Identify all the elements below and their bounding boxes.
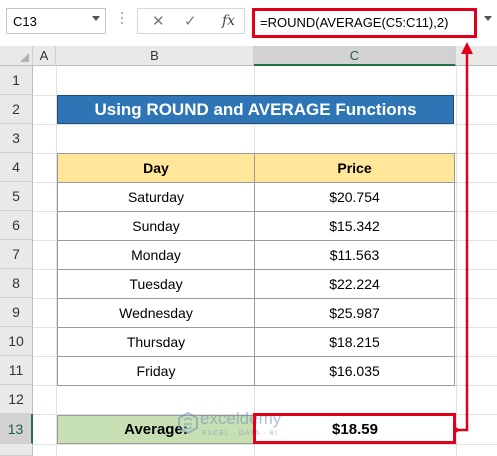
- table-row: Monday $11.563: [57, 240, 455, 270]
- header-day[interactable]: Day: [57, 153, 255, 183]
- day-cell[interactable]: Sunday: [57, 211, 255, 241]
- formula-input[interactable]: =ROUND(AVERAGE(C5:C11),2): [252, 8, 477, 38]
- row-header[interactable]: 3: [0, 124, 33, 153]
- sheet-title[interactable]: Using ROUND and AVERAGE Functions: [57, 95, 454, 124]
- average-label[interactable]: Average:: [57, 415, 255, 444]
- table-row: Friday $16.035: [57, 356, 455, 386]
- table-row: Wednesday $25.987: [57, 298, 455, 328]
- row-header[interactable]: 8: [0, 269, 33, 298]
- price-cell[interactable]: $15.342: [254, 211, 455, 241]
- price-cell[interactable]: $16.035: [254, 356, 455, 386]
- price-cell[interactable]: $20.754: [254, 182, 455, 212]
- row-header[interactable]: 7: [0, 240, 33, 269]
- row-header[interactable]: 11: [0, 356, 33, 385]
- formula-buttons: ✕ ✓ fx: [137, 8, 245, 34]
- price-cell[interactable]: $18.215: [254, 327, 455, 357]
- select-all-button[interactable]: [0, 46, 33, 66]
- price-cell[interactable]: $11.563: [254, 240, 455, 270]
- day-cell[interactable]: Monday: [57, 240, 255, 270]
- row-header[interactable]: 10: [0, 327, 33, 356]
- row-header[interactable]: 9: [0, 298, 33, 327]
- day-cell[interactable]: Wednesday: [57, 298, 255, 328]
- day-cell[interactable]: Thursday: [57, 327, 255, 357]
- row-header[interactable]: [0, 444, 33, 456]
- day-cell[interactable]: Saturday: [57, 182, 255, 212]
- column-header-a[interactable]: A: [33, 46, 56, 66]
- grip-icon[interactable]: [120, 12, 124, 30]
- column-header-d[interactable]: [456, 46, 497, 66]
- row-header[interactable]: 2: [0, 95, 33, 124]
- row-header[interactable]: 1: [0, 66, 33, 95]
- cancel-icon[interactable]: ✕: [152, 12, 165, 30]
- column-header-c[interactable]: C: [254, 46, 456, 66]
- column-header-b[interactable]: B: [56, 46, 254, 66]
- table-row: Saturday $20.754: [57, 182, 455, 212]
- price-cell[interactable]: $25.987: [254, 298, 455, 328]
- row-header[interactable]: 4: [0, 153, 33, 182]
- table-row: Tuesday $22.224: [57, 269, 455, 299]
- row-header[interactable]: 6: [0, 211, 33, 240]
- header-price[interactable]: Price: [254, 153, 455, 183]
- price-cell[interactable]: $22.224: [254, 269, 455, 299]
- day-cell[interactable]: Friday: [57, 356, 255, 386]
- enter-icon[interactable]: ✓: [184, 12, 197, 30]
- expand-formula-bar-icon[interactable]: [484, 16, 492, 21]
- name-box[interactable]: C13: [6, 8, 106, 34]
- formula-bar: C13 ✕ ✓ fx =ROUND(AVERAGE(C5:C11),2): [0, 0, 497, 46]
- insert-function-icon[interactable]: fx: [222, 13, 235, 29]
- row-header[interactable]: 13: [0, 414, 33, 444]
- day-cell[interactable]: Tuesday: [57, 269, 255, 299]
- active-cell-highlight: [253, 413, 456, 444]
- formula-text: =ROUND(AVERAGE(C5:C11),2): [260, 15, 449, 30]
- chevron-down-icon[interactable]: [92, 16, 100, 21]
- name-box-value: C13: [13, 14, 37, 29]
- row-header[interactable]: 5: [0, 182, 33, 211]
- price-table: Day Price Saturday $20.754 Sunday $15.34…: [57, 153, 455, 386]
- table-row: Sunday $15.342: [57, 211, 455, 241]
- row-header[interactable]: 12: [0, 385, 33, 414]
- table-row: Thursday $18.215: [57, 327, 455, 357]
